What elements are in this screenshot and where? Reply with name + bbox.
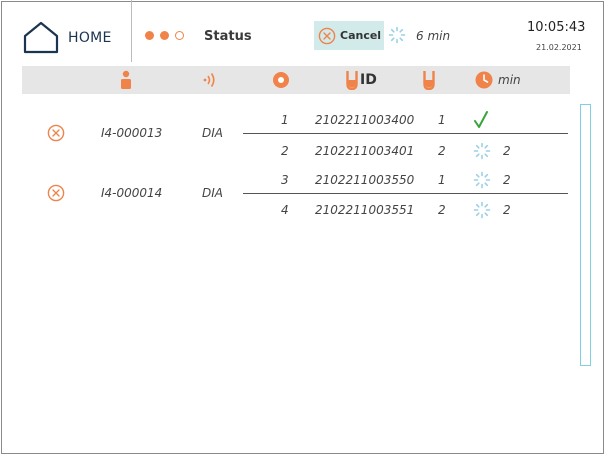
cancel-x-circle-icon bbox=[318, 27, 336, 44]
home-button[interactable] bbox=[22, 20, 60, 54]
col-position bbox=[272, 66, 290, 94]
status-dots bbox=[145, 31, 184, 40]
tube-count: 2 bbox=[438, 144, 446, 158]
col-id-label: ID bbox=[360, 72, 377, 88]
tube-minutes: 2 bbox=[503, 144, 511, 158]
tube-barcode: 2102211003401 bbox=[315, 144, 415, 158]
patient-id: I4-000013 bbox=[101, 126, 163, 140]
tube-barcode: 2102211003400 bbox=[315, 113, 415, 127]
column-header-bar: ID min bbox=[22, 66, 570, 94]
spinner-icon bbox=[473, 142, 491, 160]
spinner-icon bbox=[388, 26, 406, 44]
tube-count: 2 bbox=[438, 203, 446, 217]
tube-position: 2 bbox=[281, 144, 289, 158]
tube-barcode: 2102211003551 bbox=[315, 203, 415, 217]
cancel-button[interactable]: Cancel bbox=[314, 21, 384, 50]
row-separator bbox=[243, 133, 568, 134]
sample-type: DIA bbox=[202, 186, 223, 200]
tube-icon bbox=[423, 71, 435, 90]
tube-minutes: 2 bbox=[503, 173, 511, 187]
col-count bbox=[423, 66, 435, 94]
person-icon bbox=[121, 70, 131, 89]
status-dot-2 bbox=[160, 31, 169, 40]
clock-date: 21.02.2021 bbox=[536, 43, 582, 52]
col-minutes-label: min bbox=[498, 73, 521, 87]
patient-id: I4-000014 bbox=[101, 186, 163, 200]
tube-minutes: 2 bbox=[503, 203, 511, 217]
tube-barcode: 2102211003550 bbox=[315, 173, 415, 187]
status-label[interactable]: Status bbox=[204, 29, 252, 44]
status-dot-1 bbox=[145, 31, 154, 40]
tube-position: 4 bbox=[281, 203, 289, 217]
check-icon bbox=[474, 111, 488, 128]
position-circle-icon bbox=[273, 72, 289, 88]
tube-count: 1 bbox=[438, 173, 446, 187]
tube-count: 1 bbox=[438, 113, 446, 127]
spinner-icon bbox=[473, 171, 491, 189]
cancel-sample-button[interactable] bbox=[47, 124, 65, 142]
signal-waves-icon bbox=[203, 73, 215, 87]
row-separator bbox=[243, 193, 568, 194]
col-minutes: min bbox=[475, 66, 521, 94]
sample-type: DIA bbox=[202, 126, 223, 140]
tube-position: 3 bbox=[281, 173, 289, 187]
status-dot-3 bbox=[175, 31, 184, 40]
clock-time: 10:05:43 bbox=[527, 20, 586, 35]
tube-icon bbox=[346, 71, 358, 90]
cancel-sample-button[interactable] bbox=[47, 184, 65, 202]
spinner-icon bbox=[473, 201, 491, 219]
col-type bbox=[202, 66, 220, 94]
cancel-label: Cancel bbox=[340, 29, 382, 42]
home-label[interactable]: HOME bbox=[68, 30, 112, 46]
scrollbar[interactable] bbox=[580, 104, 591, 366]
timer-text: 6 min bbox=[416, 29, 451, 43]
col-patient bbox=[120, 66, 132, 94]
header-divider bbox=[131, 0, 132, 62]
tube-position: 1 bbox=[281, 113, 289, 127]
col-id: ID bbox=[346, 66, 377, 94]
home-icon bbox=[23, 21, 59, 54]
clock-icon bbox=[475, 71, 493, 89]
